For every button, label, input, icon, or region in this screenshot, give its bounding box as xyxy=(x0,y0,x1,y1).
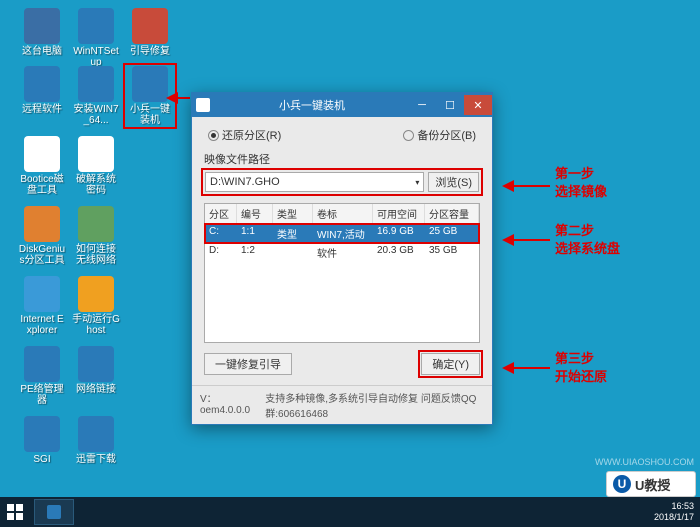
system-tray[interactable]: 16:53 2018/1/17 xyxy=(654,501,700,523)
icon-label: 破解系统密码 xyxy=(72,174,120,196)
icon-image xyxy=(24,136,60,172)
icon-label: 手动运行Ghost xyxy=(72,314,120,336)
close-button[interactable]: ✕ xyxy=(464,95,492,115)
table-row[interactable]: D:1:2软件20.3 GB35 GB xyxy=(205,243,479,262)
annotation-step2: 第二步 选择系统盘 xyxy=(555,222,620,258)
path-input[interactable]: D:\WIN7.GHO ▾ xyxy=(205,172,424,192)
watermark: WWW.UIAOSHOU.COM xyxy=(595,457,694,467)
icon-label: 远程软件 xyxy=(18,104,66,115)
col-type[interactable]: 类型 xyxy=(273,204,313,223)
browse-button[interactable]: 浏览(S) xyxy=(428,172,479,192)
col-free[interactable]: 可用空间 xyxy=(373,204,425,223)
icon-label: 引导修复 xyxy=(126,46,174,57)
radio-icon xyxy=(208,130,219,141)
desktop-icon[interactable]: 远程软件 xyxy=(18,66,66,115)
status-bar: V：oem4.0.0.0 支持多种镜像,多系统引导自动修复 问题反馈QQ群:60… xyxy=(192,385,492,424)
icon-image xyxy=(78,8,114,44)
icon-image xyxy=(78,276,114,312)
desktop-icon[interactable]: 网络链接 xyxy=(72,346,120,395)
icon-label: DiskGenius分区工具 xyxy=(18,244,66,266)
icon-label: PE络管理器 xyxy=(18,384,66,406)
arrow-step2 xyxy=(500,232,550,250)
installer-window: 小兵一键装机 ─ ☐ ✕ 还原分区(R) 备份分区(B) 映像文件路径 D:\W… xyxy=(191,92,493,425)
icon-label: Internet Explorer xyxy=(18,314,66,336)
icon-image xyxy=(24,276,60,312)
icon-label: 这台电脑 xyxy=(18,46,66,57)
icon-image xyxy=(78,136,114,172)
col-size[interactable]: 分区容量 xyxy=(425,204,479,223)
desktop-icon[interactable]: 这台电脑 xyxy=(18,8,66,57)
desktop-icon[interactable]: PE络管理器 xyxy=(18,346,66,406)
ok-button[interactable]: 确定(Y) xyxy=(421,353,480,375)
desktop-icon[interactable]: 破解系统密码 xyxy=(72,136,120,196)
icon-label: SGI xyxy=(18,454,66,465)
minimize-button[interactable]: ─ xyxy=(408,95,436,115)
annotation-step1: 第一步 选择镜像 xyxy=(555,165,607,201)
col-number[interactable]: 编号 xyxy=(237,204,273,223)
taskbar: 16:53 2018/1/17 xyxy=(0,497,700,527)
logo-badge: UU教授 xyxy=(606,471,696,497)
icon-image xyxy=(24,346,60,382)
col-partition[interactable]: 分区 xyxy=(205,204,237,223)
icon-label: Bootice磁盘工具 xyxy=(18,174,66,196)
titlebar[interactable]: 小兵一键装机 ─ ☐ ✕ xyxy=(192,93,492,117)
icon-image xyxy=(78,346,114,382)
table-row[interactable]: C:1:1类型WIN7,活动16.9 GB25 GB xyxy=(205,224,479,243)
col-volume[interactable]: 卷标 xyxy=(313,204,373,223)
desktop-icon[interactable]: SGI xyxy=(18,416,66,465)
icon-image xyxy=(24,8,60,44)
chevron-down-icon: ▾ xyxy=(415,178,419,187)
app-icon xyxy=(196,98,210,112)
desktop-icon[interactable]: 安装WIN7_64... xyxy=(72,66,120,126)
arrow-step3 xyxy=(500,360,550,378)
desktop-icon[interactable]: WinNTSetup xyxy=(72,8,120,68)
desktop-icon[interactable]: Bootice磁盘工具 xyxy=(18,136,66,196)
repair-boot-button[interactable]: 一键修复引导 xyxy=(204,353,292,375)
icon-label: 网络链接 xyxy=(72,384,120,395)
icon-label: 迅雷下载 xyxy=(72,454,120,465)
icon-image xyxy=(78,206,114,242)
icon-image xyxy=(24,206,60,242)
backup-radio[interactable]: 备份分区(B) xyxy=(403,127,476,143)
desktop-icon[interactable]: DiskGenius分区工具 xyxy=(18,206,66,266)
taskbar-app[interactable] xyxy=(34,499,74,525)
path-label: 映像文件路径 xyxy=(204,151,480,167)
icon-image xyxy=(132,66,168,102)
restore-radio[interactable]: 还原分区(R) xyxy=(208,127,281,143)
window-title: 小兵一键装机 xyxy=(216,97,408,113)
icon-image xyxy=(24,416,60,452)
icon-image xyxy=(24,66,60,102)
desktop-icon[interactable]: 如何连接无线网络 xyxy=(72,206,120,266)
annotation-step3: 第三步 开始还原 xyxy=(555,350,607,386)
desktop-icon[interactable]: Internet Explorer xyxy=(18,276,66,336)
icon-label: 如何连接无线网络 xyxy=(72,244,120,266)
desktop-icon[interactable]: 手动运行Ghost xyxy=(72,276,120,336)
start-button[interactable] xyxy=(0,497,30,527)
icon-image xyxy=(78,66,114,102)
radio-icon xyxy=(403,130,414,141)
maximize-button[interactable]: ☐ xyxy=(436,95,464,115)
icon-image xyxy=(78,416,114,452)
icon-label: 安装WIN7_64... xyxy=(72,104,120,126)
partition-table: 分区 编号 类型 卷标 可用空间 分区容量 C:1:1类型WIN7,活动16.9… xyxy=(204,203,480,343)
icon-label: WinNTSetup xyxy=(72,46,120,68)
arrow-step1 xyxy=(500,178,550,196)
icon-image xyxy=(132,8,168,44)
desktop-icon[interactable]: 引导修复 xyxy=(126,8,174,57)
arrow-to-icon xyxy=(166,90,190,108)
desktop-icon[interactable]: 迅雷下载 xyxy=(72,416,120,465)
